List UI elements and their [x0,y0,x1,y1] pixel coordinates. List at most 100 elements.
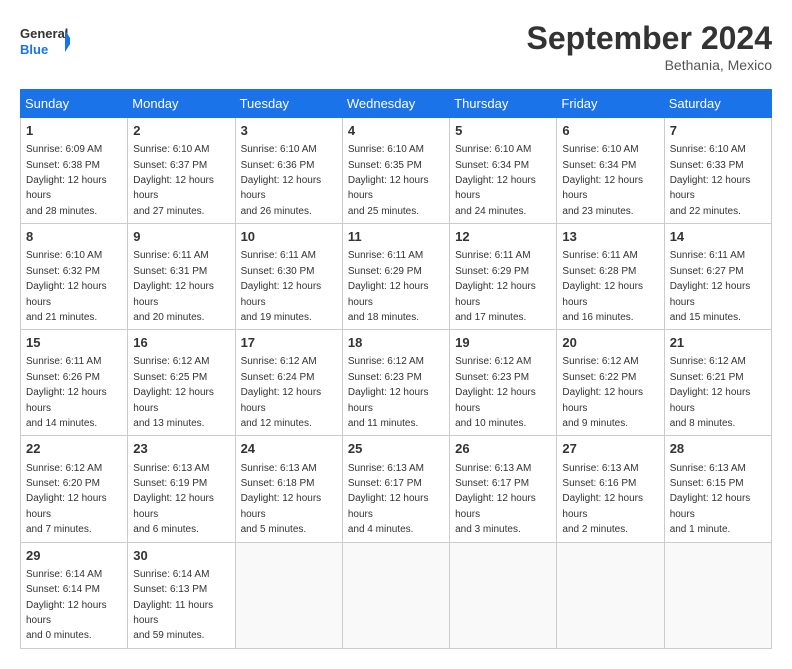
day-info: Sunrise: 6:12 AMSunset: 6:23 PMDaylight:… [348,356,429,429]
col-wednesday: Wednesday [342,90,449,118]
logo-svg: General Blue [20,20,70,62]
day-info: Sunrise: 6:11 AMSunset: 6:26 PMDaylight:… [26,356,107,429]
day-number: 6 [562,122,658,140]
day-info: Sunrise: 6:09 AMSunset: 6:38 PMDaylight:… [26,144,107,217]
table-row: 30 Sunrise: 6:14 AMSunset: 6:13 PMDaylig… [128,542,235,648]
calendar-row: 15 Sunrise: 6:11 AMSunset: 6:26 PMDaylig… [21,330,772,436]
day-number: 23 [133,440,229,458]
table-row: 14 Sunrise: 6:11 AMSunset: 6:27 PMDaylig… [664,224,771,330]
calendar-row: 29 Sunrise: 6:14 AMSunset: 6:14 PMDaylig… [21,542,772,648]
day-info: Sunrise: 6:12 AMSunset: 6:25 PMDaylight:… [133,356,214,429]
day-number: 8 [26,228,122,246]
day-info: Sunrise: 6:10 AMSunset: 6:32 PMDaylight:… [26,250,107,323]
logo: General Blue [20,20,70,62]
day-info: Sunrise: 6:13 AMSunset: 6:17 PMDaylight:… [455,463,536,536]
day-number: 25 [348,440,444,458]
day-number: 29 [26,547,122,565]
day-info: Sunrise: 6:10 AMSunset: 6:33 PMDaylight:… [670,144,751,217]
day-number: 3 [241,122,337,140]
table-row: 12 Sunrise: 6:11 AMSunset: 6:29 PMDaylig… [450,224,557,330]
table-row: 8 Sunrise: 6:10 AMSunset: 6:32 PMDayligh… [21,224,128,330]
calendar-body: 1 Sunrise: 6:09 AMSunset: 6:38 PMDayligh… [21,118,772,649]
day-info: Sunrise: 6:10 AMSunset: 6:34 PMDaylight:… [455,144,536,217]
day-number: 21 [670,334,766,352]
day-number: 9 [133,228,229,246]
table-row [235,542,342,648]
day-info: Sunrise: 6:13 AMSunset: 6:16 PMDaylight:… [562,463,643,536]
day-info: Sunrise: 6:14 AMSunset: 6:13 PMDaylight:… [133,569,213,642]
table-row: 26 Sunrise: 6:13 AMSunset: 6:17 PMDaylig… [450,436,557,542]
table-row [557,542,664,648]
col-tuesday: Tuesday [235,90,342,118]
table-row [342,542,449,648]
day-info: Sunrise: 6:13 AMSunset: 6:15 PMDaylight:… [670,463,751,536]
col-saturday: Saturday [664,90,771,118]
col-monday: Monday [128,90,235,118]
day-info: Sunrise: 6:11 AMSunset: 6:29 PMDaylight:… [348,250,429,323]
day-info: Sunrise: 6:11 AMSunset: 6:27 PMDaylight:… [670,250,751,323]
col-sunday: Sunday [21,90,128,118]
title-block: September 2024 Bethania, Mexico [527,20,772,73]
day-info: Sunrise: 6:13 AMSunset: 6:17 PMDaylight:… [348,463,429,536]
day-number: 26 [455,440,551,458]
table-row: 28 Sunrise: 6:13 AMSunset: 6:15 PMDaylig… [664,436,771,542]
col-thursday: Thursday [450,90,557,118]
day-info: Sunrise: 6:10 AMSunset: 6:34 PMDaylight:… [562,144,643,217]
day-number: 18 [348,334,444,352]
day-number: 17 [241,334,337,352]
day-info: Sunrise: 6:11 AMSunset: 6:29 PMDaylight:… [455,250,536,323]
table-row: 11 Sunrise: 6:11 AMSunset: 6:29 PMDaylig… [342,224,449,330]
calendar-row: 1 Sunrise: 6:09 AMSunset: 6:38 PMDayligh… [21,118,772,224]
col-friday: Friday [557,90,664,118]
table-row [664,542,771,648]
table-row: 13 Sunrise: 6:11 AMSunset: 6:28 PMDaylig… [557,224,664,330]
day-number: 4 [348,122,444,140]
table-row: 19 Sunrise: 6:12 AMSunset: 6:23 PMDaylig… [450,330,557,436]
table-row: 3 Sunrise: 6:10 AMSunset: 6:36 PMDayligh… [235,118,342,224]
day-number: 12 [455,228,551,246]
day-info: Sunrise: 6:10 AMSunset: 6:37 PMDaylight:… [133,144,214,217]
day-number: 14 [670,228,766,246]
day-number: 30 [133,547,229,565]
day-number: 10 [241,228,337,246]
day-number: 16 [133,334,229,352]
day-info: Sunrise: 6:13 AMSunset: 6:18 PMDaylight:… [241,463,322,536]
table-row: 23 Sunrise: 6:13 AMSunset: 6:19 PMDaylig… [128,436,235,542]
table-row: 4 Sunrise: 6:10 AMSunset: 6:35 PMDayligh… [342,118,449,224]
table-row: 16 Sunrise: 6:12 AMSunset: 6:25 PMDaylig… [128,330,235,436]
table-row: 2 Sunrise: 6:10 AMSunset: 6:37 PMDayligh… [128,118,235,224]
table-row: 7 Sunrise: 6:10 AMSunset: 6:33 PMDayligh… [664,118,771,224]
day-number: 19 [455,334,551,352]
table-row: 20 Sunrise: 6:12 AMSunset: 6:22 PMDaylig… [557,330,664,436]
day-info: Sunrise: 6:12 AMSunset: 6:20 PMDaylight:… [26,463,107,536]
svg-text:Blue: Blue [20,42,48,57]
page-header: General Blue September 2024 Bethania, Me… [20,20,772,73]
calendar-row: 22 Sunrise: 6:12 AMSunset: 6:20 PMDaylig… [21,436,772,542]
day-info: Sunrise: 6:14 AMSunset: 6:14 PMDaylight:… [26,569,107,642]
table-row: 1 Sunrise: 6:09 AMSunset: 6:38 PMDayligh… [21,118,128,224]
calendar-table: Sunday Monday Tuesday Wednesday Thursday… [20,89,772,649]
table-row: 6 Sunrise: 6:10 AMSunset: 6:34 PMDayligh… [557,118,664,224]
day-info: Sunrise: 6:11 AMSunset: 6:30 PMDaylight:… [241,250,322,323]
day-number: 7 [670,122,766,140]
day-info: Sunrise: 6:10 AMSunset: 6:36 PMDaylight:… [241,144,322,217]
location-subtitle: Bethania, Mexico [527,57,772,73]
day-number: 2 [133,122,229,140]
calendar-row: 8 Sunrise: 6:10 AMSunset: 6:32 PMDayligh… [21,224,772,330]
day-number: 13 [562,228,658,246]
table-row: 17 Sunrise: 6:12 AMSunset: 6:24 PMDaylig… [235,330,342,436]
day-info: Sunrise: 6:13 AMSunset: 6:19 PMDaylight:… [133,463,214,536]
day-info: Sunrise: 6:10 AMSunset: 6:35 PMDaylight:… [348,144,429,217]
day-number: 1 [26,122,122,140]
day-info: Sunrise: 6:11 AMSunset: 6:28 PMDaylight:… [562,250,643,323]
table-row: 29 Sunrise: 6:14 AMSunset: 6:14 PMDaylig… [21,542,128,648]
day-number: 15 [26,334,122,352]
day-number: 5 [455,122,551,140]
table-row: 24 Sunrise: 6:13 AMSunset: 6:18 PMDaylig… [235,436,342,542]
day-number: 11 [348,228,444,246]
table-row: 25 Sunrise: 6:13 AMSunset: 6:17 PMDaylig… [342,436,449,542]
day-number: 27 [562,440,658,458]
day-number: 24 [241,440,337,458]
month-title: September 2024 [527,20,772,57]
day-info: Sunrise: 6:11 AMSunset: 6:31 PMDaylight:… [133,250,214,323]
